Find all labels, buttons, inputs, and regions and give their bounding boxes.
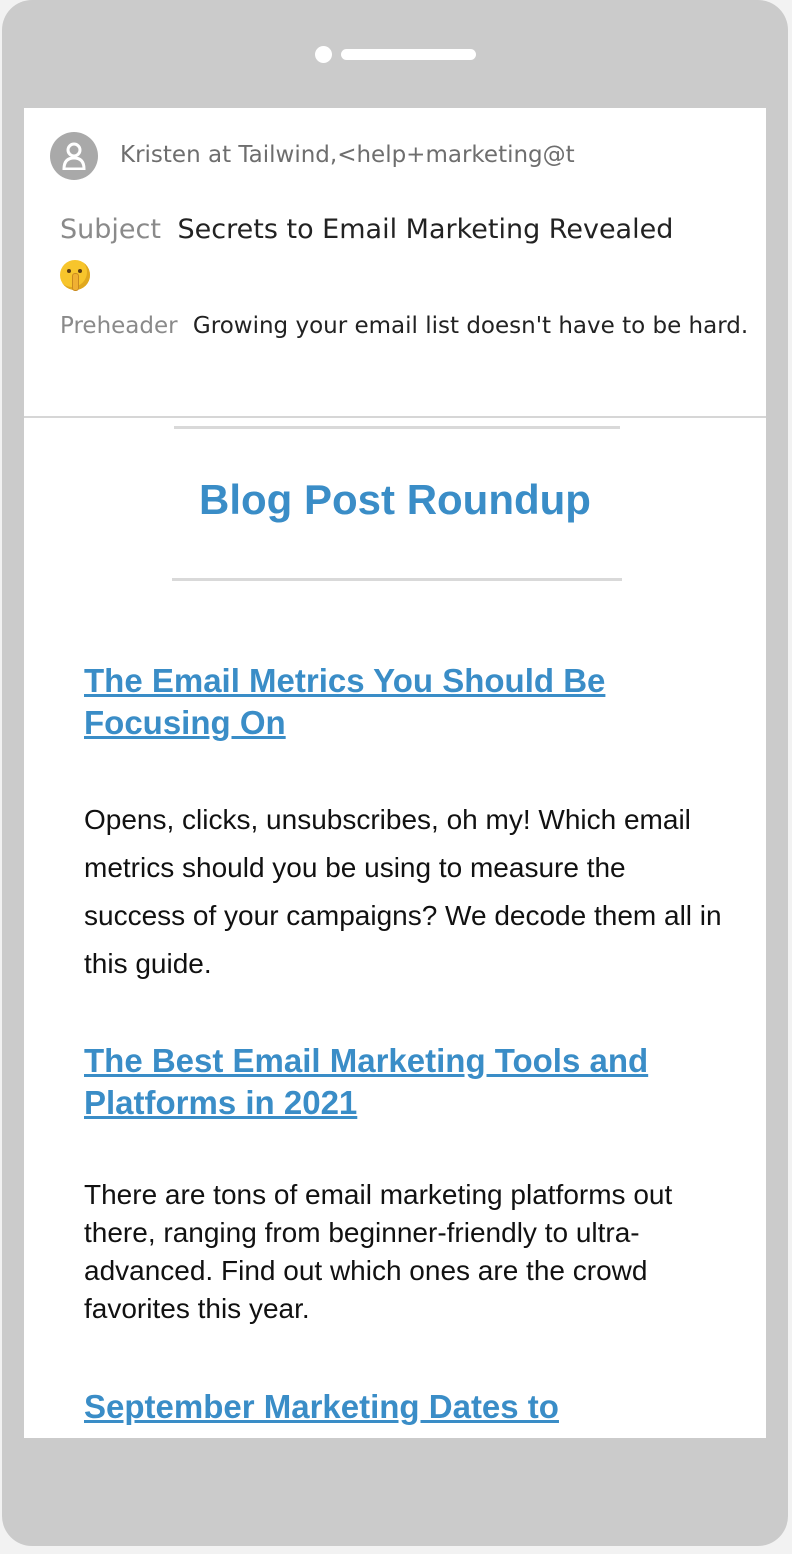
post-description-email-metrics: Opens, clicks, unsubscribes, oh my! Whic… — [84, 804, 722, 979]
divider-bottom — [172, 578, 622, 581]
speaker-grille — [341, 49, 476, 60]
post-link-email-tools[interactable]: The Best Email Marketing Tools and Platf… — [84, 1040, 724, 1124]
email-preview-screen[interactable]: Kristen at Tailwind,<help+marketing@t Su… — [24, 108, 766, 1438]
phone-frame: Kristen at Tailwind,<help+marketing@t Su… — [2, 0, 788, 1546]
post-link-september-dates[interactable]: September Marketing Dates to — [84, 1386, 724, 1428]
post-description-email-tools: There are tons of email marketing platfo… — [84, 1179, 673, 1324]
section-title: Blog Post Roundup — [199, 476, 591, 523]
sender-address: Kristen at Tailwind,<help+marketing@t — [120, 142, 575, 168]
divider-top — [174, 426, 620, 429]
subject-line: Subject Secrets to Email Marketing Revea… — [60, 208, 740, 296]
preheader-label: Preheader — [60, 313, 178, 339]
preheader-line: Preheader Growing your email list doesn'… — [60, 308, 750, 344]
avatar — [50, 132, 98, 180]
camera-dot — [315, 46, 332, 63]
subject-text: Secrets to Email Marketing Revealed — [177, 214, 674, 245]
post-link-email-metrics[interactable]: The Email Metrics You Should Be Focusing… — [84, 660, 724, 744]
email-header: Kristen at Tailwind,<help+marketing@t Su… — [24, 108, 766, 418]
shushing-face-icon — [60, 259, 90, 291]
user-icon — [62, 142, 86, 170]
preheader-text: Growing your email list doesn't have to … — [192, 313, 749, 339]
subject-label: Subject — [60, 214, 161, 245]
